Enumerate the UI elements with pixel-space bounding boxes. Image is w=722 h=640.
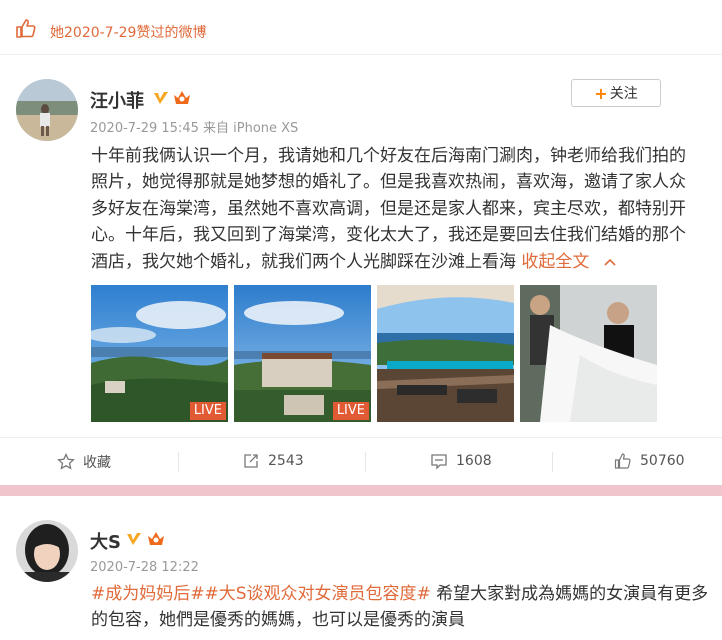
photo-thumbnail[interactable]: LIVE (234, 285, 371, 422)
comment-button[interactable]: 1608 (430, 452, 492, 470)
like-button[interactable]: 50760 (614, 452, 685, 470)
member-crown-icon[interactable] (172, 88, 192, 106)
repost-icon (244, 454, 258, 468)
post-line: 的包容，她們是優秀的媽媽，也可以是優秀的演員 (91, 610, 465, 631)
post-line: 心。十年后，我又回到了海棠湾，变化太大了，我还是要回去住我们结婚的那个 (91, 225, 686, 246)
like-count: 50760 (640, 453, 685, 469)
comment-icon (431, 454, 447, 470)
divider (365, 452, 366, 472)
repost-count: 2543 (268, 453, 304, 469)
post-meta: 2020-7-28 12:22 (90, 560, 199, 575)
avatar[interactable] (16, 520, 78, 582)
post-line: #成为妈妈后##大S谈观众对女演员包容度# 希望大家對成為媽媽的女演員有更多 (91, 581, 716, 607)
live-badge: LIVE (332, 402, 369, 420)
plus-icon: + (594, 83, 608, 103)
photo-thumbnail[interactable]: LIVE (91, 285, 228, 422)
liked-header: 她2020-7-29赞过的微博 (0, 0, 722, 55)
post-text: 十年前我俩认识一个月，我请她和几个好友在后海南门涮肉，钟老师给我们拍的 照片，她… (91, 143, 711, 275)
post-line-text: 酒店，我欠她个婚礼，就我们两个人光脚踩在沙滩上看海 (91, 251, 516, 272)
photo-thumbnail[interactable] (520, 285, 657, 422)
collapse-label: 收起全文 (521, 251, 590, 272)
live-badge: LIVE (189, 402, 226, 420)
thumbs-up-icon (614, 453, 631, 469)
post-text: #成为妈妈后##大S谈观众对女演员包容度# 希望大家對成為媽媽的女演員有更多 的… (91, 581, 716, 634)
liked-header-text: 她2020-7-29赞过的微博 (50, 25, 207, 41)
verified-v-icon (154, 92, 168, 104)
divider (552, 452, 553, 472)
comment-count: 1608 (456, 453, 492, 469)
collapse-link[interactable]: 收起全文 (521, 252, 616, 272)
thumbs-up-icon (16, 19, 36, 38)
follow-label: 关注 (609, 86, 638, 102)
hashtag-link[interactable]: #大S谈观众对女演员包容度# (205, 584, 431, 604)
post-line: 酒店，我欠她个婚礼，就我们两个人光脚踩在沙滩上看海 收起全文 (91, 249, 711, 275)
separator (0, 483, 722, 496)
post-card: 大S 2020-7-28 12:22 #成为妈妈后##大S谈观众对女演员包容度#… (0, 496, 722, 640)
repost-button[interactable]: 2543 (242, 452, 304, 470)
star-icon (57, 453, 75, 470)
post-actions: 收藏 2543 1608 50760 (0, 437, 722, 484)
photo-thumbnail[interactable] (377, 285, 514, 422)
post-card: 汪小菲 2020-7-29 15:45 来自 iPhone XS + 关注 十年… (0, 55, 722, 483)
author-name[interactable]: 大S (90, 528, 121, 554)
photo-grid: LIVE LIVE (91, 285, 657, 422)
post-meta: 2020-7-29 15:45 来自 iPhone XS (90, 121, 299, 136)
hashtag-link[interactable]: #成为妈妈后# (91, 584, 205, 604)
author-name[interactable]: 汪小菲 (90, 87, 144, 113)
member-crown-icon[interactable] (146, 529, 166, 547)
post-line-text: 希望大家對成為媽媽的女演員有更多 (430, 584, 709, 604)
follow-button[interactable]: + 关注 (571, 79, 661, 107)
post-line: 照片，她觉得那就是她梦想的婚礼了。但是我喜欢热闹，喜欢海，邀请了家人众 (91, 172, 686, 193)
divider (178, 452, 179, 472)
chevron-up-icon (604, 258, 616, 266)
favorite-button[interactable]: 收藏 (57, 452, 111, 472)
avatar[interactable] (16, 79, 78, 141)
post-line: 十年前我俩认识一个月，我请她和几个好友在后海南门涮肉，钟老师给我们拍的 (91, 146, 686, 166)
post-line: 多好友在海棠湾，虽然她不喜欢高调，但是还是家人都来，宾主尽欢，都特别开 (91, 198, 686, 219)
verified-v-icon (127, 533, 141, 545)
favorite-label: 收藏 (83, 455, 111, 471)
